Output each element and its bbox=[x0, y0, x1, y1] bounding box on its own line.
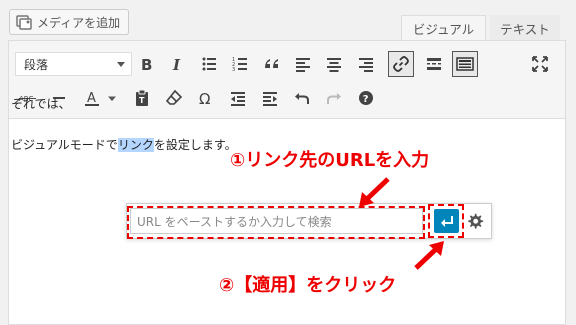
special-character-icon: Ω bbox=[199, 90, 210, 107]
svg-text:3: 3 bbox=[232, 67, 235, 73]
svg-text:Ω: Ω bbox=[199, 90, 210, 107]
add-media-button[interactable]: メディアを追加 bbox=[9, 9, 130, 35]
tab-text[interactable]: テキスト bbox=[490, 15, 560, 41]
help-icon: ? bbox=[359, 91, 373, 105]
align-center-icon bbox=[327, 58, 341, 72]
bullet-list-button[interactable] bbox=[196, 51, 222, 77]
editor-toolbar: 段落 B I 123 ABC A T Ω ? bbox=[9, 41, 565, 119]
redo-icon bbox=[327, 93, 341, 104]
svg-text:A: A bbox=[87, 91, 96, 106]
numbered-list-button[interactable]: 123 bbox=[227, 51, 253, 77]
svg-text:I: I bbox=[172, 56, 181, 73]
content-line-2[interactable]: ビジュアルモードでリンクを設定します。 bbox=[11, 136, 237, 153]
redo-button[interactable] bbox=[321, 85, 347, 111]
clear-formatting-icon bbox=[165, 89, 183, 105]
undo-button[interactable] bbox=[289, 85, 315, 111]
svg-text:T: T bbox=[139, 96, 145, 105]
read-more-icon bbox=[427, 58, 441, 70]
insert-link-button[interactable] bbox=[388, 51, 414, 77]
format-select[interactable]: 段落 bbox=[15, 52, 132, 76]
add-media-label: メディアを追加 bbox=[37, 15, 121, 30]
paste-as-text-icon: T bbox=[136, 89, 148, 106]
text-color-icon: A bbox=[85, 91, 99, 106]
format-select-value: 段落 bbox=[24, 57, 49, 72]
insert-link-icon bbox=[393, 56, 409, 72]
read-more-button[interactable] bbox=[421, 51, 447, 77]
toolbar-toggle-icon bbox=[456, 57, 474, 71]
text-color-button[interactable]: A bbox=[79, 85, 105, 111]
arrow-icon bbox=[414, 241, 444, 270]
gear-icon bbox=[468, 213, 484, 229]
help-button[interactable]: ? bbox=[353, 85, 379, 111]
annotation-step2: ②【適用】をクリック bbox=[219, 275, 397, 296]
numbered-list-icon: 123 bbox=[232, 57, 247, 73]
undo-icon bbox=[295, 93, 309, 104]
clear-formatting-button[interactable] bbox=[161, 85, 187, 111]
svg-text:?: ? bbox=[363, 94, 369, 105]
content-line-1[interactable]: それでは、 bbox=[11, 96, 71, 112]
outdent-button[interactable] bbox=[225, 85, 251, 111]
chevron-down-icon bbox=[108, 96, 116, 102]
media-icon bbox=[16, 15, 32, 30]
align-left-button[interactable] bbox=[290, 51, 316, 77]
blockquote-icon bbox=[265, 59, 278, 68]
special-character-button[interactable]: Ω bbox=[193, 85, 219, 111]
italic-icon: I bbox=[172, 56, 181, 73]
bold-icon: B bbox=[141, 56, 152, 73]
text-color-dropdown[interactable] bbox=[105, 85, 119, 111]
chevron-down-icon bbox=[117, 62, 125, 67]
content-text: を設定します。 bbox=[153, 138, 237, 152]
toolbar-toggle-button[interactable] bbox=[452, 51, 478, 77]
link-settings-button[interactable] bbox=[465, 211, 485, 231]
annotation-box-apply bbox=[428, 204, 464, 238]
annotation-step1: ①リンク先のURLを入力 bbox=[230, 150, 430, 171]
align-right-icon bbox=[359, 58, 373, 72]
arrow-icon bbox=[359, 177, 390, 207]
indent-icon bbox=[263, 92, 277, 106]
align-center-button[interactable] bbox=[321, 51, 347, 77]
fullscreen-icon bbox=[532, 56, 548, 72]
bold-button[interactable]: B bbox=[133, 51, 159, 77]
content-text: ビジュアルモードで bbox=[11, 138, 118, 152]
align-right-button[interactable] bbox=[353, 51, 379, 77]
bullet-list-icon bbox=[202, 57, 216, 71]
selected-text: リンク bbox=[117, 138, 154, 152]
paste-as-text-button[interactable]: T bbox=[129, 85, 155, 111]
blockquote-button[interactable] bbox=[259, 51, 285, 77]
outdent-icon bbox=[231, 92, 245, 106]
indent-button[interactable] bbox=[257, 85, 283, 111]
italic-button[interactable]: I bbox=[164, 51, 190, 77]
annotation-box-url bbox=[127, 206, 425, 239]
fullscreen-button[interactable] bbox=[527, 51, 553, 77]
align-left-icon bbox=[296, 58, 310, 72]
svg-text:B: B bbox=[141, 56, 152, 73]
tab-visual[interactable]: ビジュアル bbox=[401, 15, 486, 41]
